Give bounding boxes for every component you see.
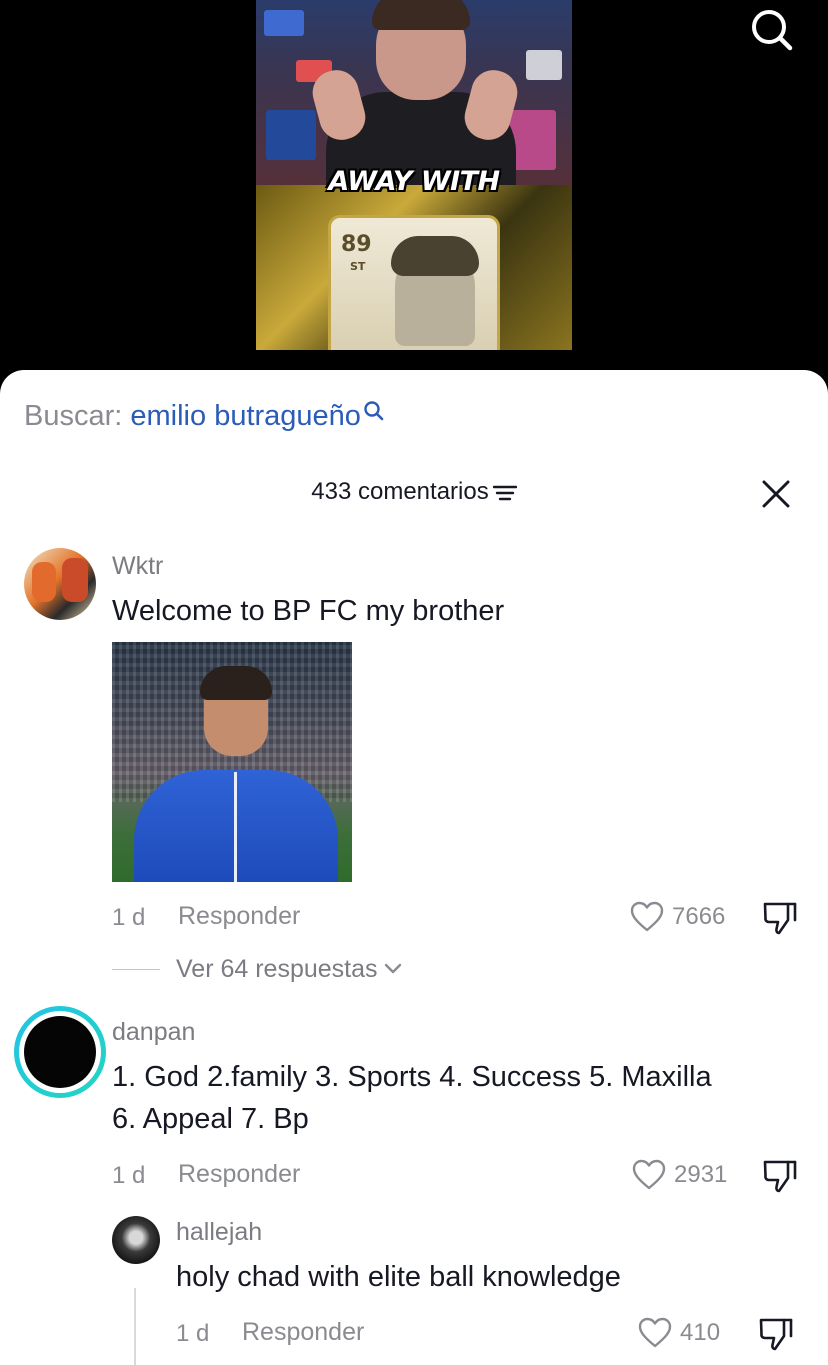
like-count: 410 [680, 1319, 721, 1346]
comments-sheet: Buscar: emilio butragueño 433 comentario… [0, 370, 828, 1365]
comment-time: 1 d [112, 904, 146, 931]
search-suggestion-query[interactable]: emilio butragueño [130, 400, 361, 432]
thumbs-down-icon [763, 902, 797, 935]
video-thumbnail[interactable]: 89 ST AWAY WITH [256, 0, 572, 350]
reply-button[interactable]: Responder [178, 902, 300, 931]
divider [112, 968, 160, 970]
heart-icon [638, 1317, 672, 1348]
like-count: 7666 [672, 903, 726, 930]
close-button[interactable] [760, 478, 792, 510]
dislike-button[interactable] [758, 1316, 794, 1352]
like-count: 2931 [674, 1161, 728, 1188]
comment-time: 1 d [112, 1162, 146, 1189]
card-rating: 89 [341, 232, 372, 257]
thumbs-down-icon [763, 1160, 797, 1193]
avatar[interactable] [24, 548, 96, 620]
comment-username[interactable]: Wktr [112, 552, 163, 581]
heart-icon [630, 901, 664, 932]
close-icon [762, 480, 790, 508]
search-icon [364, 401, 384, 421]
comments-header: 433 comentarios [0, 478, 828, 512]
video-player-card-scene: 89 ST [256, 185, 572, 350]
comments-count-label: 433 comentarios [311, 478, 489, 505]
reply-button[interactable]: Responder [178, 1160, 300, 1189]
player-card: 89 ST [328, 215, 500, 350]
reply-text: holy chad with elite ball knowledge [176, 1261, 621, 1293]
sort-filter-icon[interactable] [492, 484, 517, 502]
search-suggestion[interactable]: Buscar: emilio butragueño [24, 400, 385, 433]
reply-thread-line [134, 1288, 136, 1365]
comment-username[interactable]: danpan [112, 1018, 195, 1047]
card-position: ST [350, 260, 366, 273]
dislike-button[interactable] [762, 900, 798, 936]
like-button[interactable]: 410 [638, 1316, 720, 1350]
thumbs-down-icon [759, 1318, 793, 1351]
avatar[interactable] [112, 1216, 160, 1264]
comments-count[interactable]: 433 comentarios [0, 478, 828, 506]
video-player[interactable]: 89 ST AWAY WITH [0, 0, 828, 380]
avatar-story-ring[interactable] [14, 1006, 106, 1098]
video-streamer-scene [256, 0, 572, 192]
reply-button[interactable]: Responder [242, 1318, 364, 1347]
search-suggestion-label: Buscar: [24, 400, 123, 432]
dislike-button[interactable] [762, 1158, 798, 1194]
search-button[interactable] [748, 6, 794, 52]
video-caption: AWAY WITH [328, 166, 500, 197]
view-replies-label: Ver 64 respuestas [176, 954, 378, 983]
like-button[interactable]: 7666 [630, 900, 725, 934]
avatar [24, 1016, 96, 1088]
reply-time: 1 d [176, 1320, 210, 1347]
heart-icon [632, 1159, 666, 1190]
reply-username[interactable]: hallejah [176, 1218, 262, 1247]
comment-text-line: 1. God 2.family 3. Sports 4. Success 5. … [112, 1061, 712, 1093]
like-button[interactable]: 2931 [632, 1158, 727, 1192]
view-replies-button[interactable]: Ver 64 respuestas [112, 952, 402, 986]
comment-text: Welcome to BP FC my brother [112, 595, 505, 627]
search-icon [752, 10, 793, 51]
comment-image[interactable] [112, 642, 352, 882]
chevron-down-icon [384, 963, 401, 974]
comment-text-line: 6. Appeal 7. Bp [112, 1103, 309, 1135]
